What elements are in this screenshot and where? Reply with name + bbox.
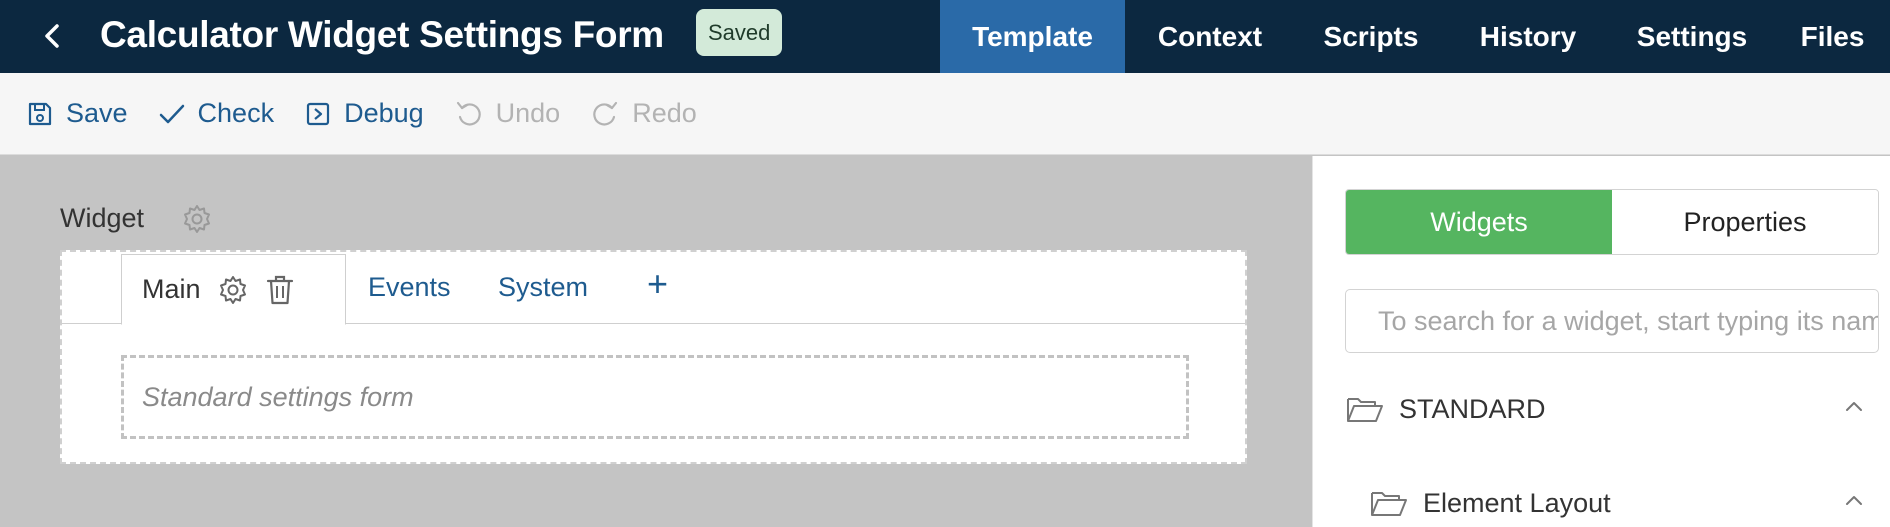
folder-open-icon bbox=[1371, 492, 1407, 516]
widget-tab-bar: Main Events System + bbox=[62, 252, 1245, 325]
chevron-left-icon bbox=[45, 24, 59, 48]
properties-tab[interactable]: Properties bbox=[1612, 190, 1878, 254]
tab-system[interactable]: System bbox=[498, 272, 588, 303]
tab-history[interactable]: History bbox=[1447, 0, 1609, 73]
widget-search-input[interactable] bbox=[1345, 289, 1879, 353]
save-label: Save bbox=[66, 98, 128, 128]
tab-main[interactable]: Main bbox=[121, 254, 346, 325]
chevron-up-icon[interactable] bbox=[1843, 396, 1865, 423]
group-element-layout-label: Element Layout bbox=[1423, 487, 1611, 518]
save-button[interactable]: Save bbox=[26, 98, 128, 129]
page-title: Calculator Widget Settings Form bbox=[100, 14, 664, 55]
redo-button[interactable]: Redo bbox=[590, 98, 697, 129]
group-element-layout[interactable]: Element Layout bbox=[1369, 478, 1865, 527]
gear-icon bbox=[219, 275, 246, 304]
tab-events[interactable]: Events bbox=[368, 272, 451, 303]
widget-label: Widget bbox=[60, 203, 145, 233]
undo-label: Undo bbox=[495, 98, 561, 128]
debug-label: Debug bbox=[344, 98, 424, 128]
tab-settings[interactable]: Settings bbox=[1609, 0, 1775, 73]
debug-icon bbox=[306, 102, 330, 125]
widget-settings-button[interactable] bbox=[181, 203, 213, 240]
group-standard-label: STANDARD bbox=[1399, 393, 1546, 424]
check-button[interactable]: Check bbox=[158, 98, 275, 129]
toolbar: Save Check Debug Undo Redo bbox=[0, 73, 1890, 155]
widgets-tab[interactable]: Widgets bbox=[1346, 190, 1612, 254]
trash-icon bbox=[266, 275, 293, 304]
undo-icon bbox=[456, 101, 481, 126]
save-icon bbox=[28, 102, 52, 125]
group-standard[interactable]: STANDARD bbox=[1345, 384, 1865, 434]
tab-context[interactable]: Context bbox=[1125, 0, 1295, 73]
redo-label: Redo bbox=[632, 98, 697, 128]
back-button[interactable] bbox=[36, 16, 68, 56]
editor-canvas: Widget Main Events System + Standard set… bbox=[0, 156, 1312, 527]
status-badge: Saved bbox=[696, 9, 783, 56]
tab-main-settings-button[interactable] bbox=[217, 274, 249, 306]
gear-icon bbox=[184, 205, 210, 233]
panel-segmented-control: Widgets Properties bbox=[1345, 189, 1879, 255]
app-header: Calculator Widget Settings Form Saved Te… bbox=[0, 0, 1890, 73]
undo-button[interactable]: Undo bbox=[454, 98, 561, 129]
tab-main-delete-button[interactable] bbox=[265, 274, 295, 306]
standard-settings-form[interactable]: Standard settings form bbox=[121, 355, 1189, 439]
add-tab-button[interactable]: + bbox=[647, 266, 668, 302]
debug-button[interactable]: Debug bbox=[304, 98, 424, 129]
check-label: Check bbox=[197, 98, 275, 128]
tab-template[interactable]: Template bbox=[940, 0, 1125, 73]
check-icon bbox=[159, 104, 184, 123]
redo-icon bbox=[593, 101, 618, 126]
tab-files[interactable]: Files bbox=[1775, 0, 1890, 73]
main-nav: Template Context Scripts History Setting… bbox=[940, 0, 1890, 73]
widget-container: Main Events System + Standard settings f… bbox=[60, 250, 1247, 464]
tab-scripts[interactable]: Scripts bbox=[1295, 0, 1447, 73]
chevron-up-icon[interactable] bbox=[1843, 490, 1865, 517]
tab-main-label: Main bbox=[142, 274, 201, 304]
folder-open-icon bbox=[1347, 398, 1383, 422]
widget-panel: Widgets Properties STANDARD Element Layo… bbox=[1312, 156, 1890, 527]
